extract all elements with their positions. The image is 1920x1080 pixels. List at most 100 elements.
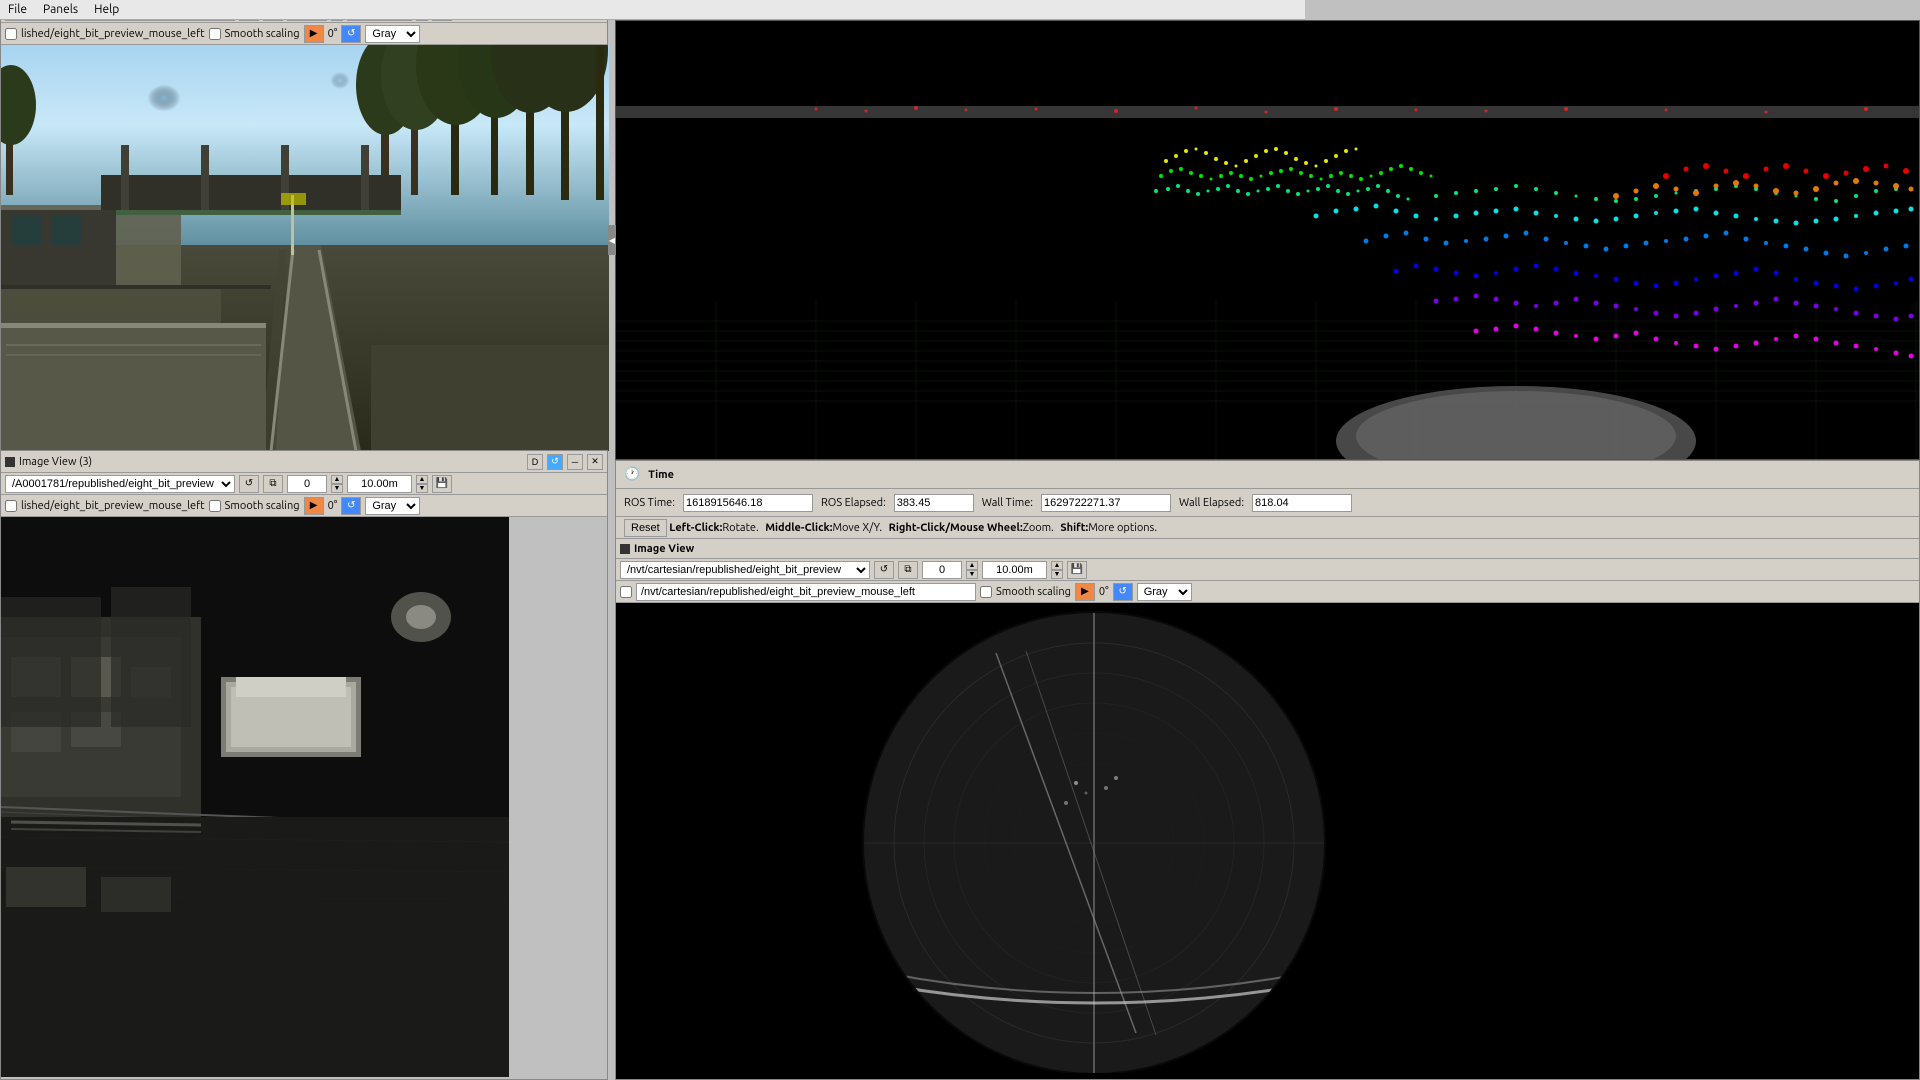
- spin-group-bottom-right: ▲ ▼: [966, 561, 978, 579]
- smooth-scale-label-top-left: Smooth scaling: [225, 28, 300, 40]
- menu-bar: File Panels Help: [0, 0, 1305, 20]
- mouse-left-label-bottom-left: lished/eight_bit_preview_mouse_left: [21, 500, 205, 512]
- instruction-row: Reset Left-Click: Rotate. Middle-Click: …: [616, 517, 1919, 539]
- smooth-scale-label-bottom-left: Smooth scaling: [225, 500, 300, 512]
- image-view-toolbar1: /nvt/cartesian/republished/eight_bit_pre…: [616, 559, 1919, 581]
- right-click-label: Right-Click/Mouse Wheel:: [889, 522, 1023, 534]
- orange-btn-top-left[interactable]: ▶: [304, 25, 324, 43]
- detach-btn-bottom-left[interactable]: D: [527, 454, 543, 470]
- menu-help[interactable]: Help: [94, 3, 119, 16]
- color-select-bottom-left[interactable]: Gray: [365, 497, 420, 515]
- panel-title-label-bottom-left: Image View (3): [19, 456, 92, 468]
- minimize-btn-bottom-left[interactable]: ─: [567, 454, 583, 470]
- mouse-left-label-top-left: lished/eight_bit_preview_mouse_left: [21, 28, 205, 40]
- time-title: Time: [648, 469, 674, 481]
- middle-click-label: Middle-Click:: [765, 522, 832, 534]
- copy-btn-bottom-left[interactable]: ⧉: [263, 475, 283, 493]
- toolbar-row2-top-left: lished/eight_bit_preview_mouse_left Smoo…: [1, 23, 607, 45]
- wall-elapsed-label: Wall Elapsed:: [1179, 497, 1244, 509]
- smooth-scale-check-bottom-left[interactable]: [209, 500, 221, 512]
- value-input-bottom-right[interactable]: [922, 561, 962, 579]
- smooth-scale-check-bottom-right[interactable]: [980, 586, 992, 598]
- image-view-indicator: [620, 544, 630, 554]
- topic-select-bottom-left[interactable]: /A0001781/republished/eight_bit_preview: [5, 475, 235, 493]
- mouse-left-check-bottom-right[interactable]: [620, 586, 632, 598]
- panel-image-view-color: /S1161366/republished/eight_bit_preview …: [0, 0, 608, 450]
- orange-btn-bottom-right[interactable]: ▶: [1075, 583, 1095, 601]
- copy-btn-bottom-right[interactable]: ⧉: [898, 561, 918, 579]
- ros-elapsed-label: ROS Elapsed:: [821, 497, 886, 509]
- rotation-label-bottom-left: 0°: [328, 500, 338, 512]
- spin-group2-bottom-right: ▲ ▼: [1051, 561, 1063, 579]
- save-btn-bottom-left[interactable]: 💾: [432, 475, 452, 493]
- smooth-scale-label-bottom-right: Smooth scaling: [996, 586, 1071, 598]
- mouse-left-check-top-left[interactable]: [5, 28, 17, 40]
- close-btn-bottom-left[interactable]: ✕: [587, 454, 603, 470]
- pointcloud-svg: [616, 21, 1919, 459]
- menu-panels[interactable]: Panels: [43, 3, 78, 16]
- clock-icon: 🕐: [624, 467, 640, 482]
- ros-elapsed-input[interactable]: [894, 494, 974, 512]
- bottom-right-image-canvas: [616, 603, 1919, 1079]
- time-values-row: ROS Time: ROS Elapsed: Wall Time: Wall E…: [616, 489, 1919, 517]
- spin-up2-bottom-left[interactable]: ▲: [416, 475, 428, 484]
- ros-time-label: ROS Time:: [624, 497, 675, 509]
- refresh-btn-bottom-right[interactable]: ↺: [874, 561, 894, 579]
- cycle-btn-bottom-left[interactable]: ↺: [341, 497, 361, 515]
- right-click-action: Zoom.: [1023, 522, 1054, 534]
- ros-time-input[interactable]: [683, 494, 813, 512]
- range-input-bottom-left[interactable]: [347, 475, 412, 493]
- reset-btn[interactable]: Reset: [624, 519, 667, 537]
- spin-group-bottom-left: ▲ ▼: [331, 475, 343, 493]
- save-btn-bottom-right[interactable]: 💾: [1067, 561, 1087, 579]
- smooth-scale-check-top-left[interactable]: [209, 28, 221, 40]
- ir-camera-image: [1, 517, 509, 1077]
- mouse-left-input-bottom-right[interactable]: [636, 583, 976, 601]
- image-view-section-title: Image View: [634, 543, 694, 555]
- spin-up-bottom-left[interactable]: ▲: [331, 475, 343, 484]
- refresh-btn-bottom-left[interactable]: ↺: [239, 475, 259, 493]
- mouse-left-check-bottom-left[interactable]: [5, 500, 17, 512]
- title-bar-bottom-left: Image View (3) D ↺ ─ ✕: [1, 451, 607, 473]
- left-click-action: Rotate.: [722, 522, 758, 534]
- color-select-top-left[interactable]: Gray: [365, 25, 420, 43]
- orange-btn-bottom-left[interactable]: ▶: [304, 497, 324, 515]
- pointcloud-canvas: [616, 21, 1919, 459]
- topic-select-bottom-right[interactable]: /nvt/cartesian/republished/eight_bit_pre…: [620, 561, 870, 579]
- image-view-toolbar2: Smooth scaling ▶ 0° ↺ Gray: [616, 581, 1919, 603]
- spin-up-bottom-right[interactable]: ▲: [966, 561, 978, 570]
- middle-click-action: Move X/Y.: [832, 522, 882, 534]
- left-click-label: Left-Click:: [669, 522, 722, 534]
- spin-up2-bottom-right[interactable]: ▲: [1051, 561, 1063, 570]
- bottom-right-svg: [616, 603, 1919, 1073]
- wall-time-input[interactable]: [1041, 494, 1171, 512]
- panel-indicator-bottom-left: [5, 457, 15, 467]
- color-camera-svg: [1, 45, 609, 451]
- color-select-bottom-right[interactable]: Gray: [1137, 583, 1192, 601]
- panel-pointcloud: ◀: [615, 20, 1920, 460]
- sync-btn-bottom-left[interactable]: ↺: [547, 454, 563, 470]
- rotation-label-bottom-right: 0°: [1099, 586, 1109, 598]
- cycle-btn-bottom-right[interactable]: ↺: [1113, 583, 1133, 601]
- rotation-label-top-left: 0°: [328, 28, 338, 40]
- menu-file[interactable]: File: [8, 3, 27, 16]
- spin-down-bottom-right[interactable]: ▼: [966, 570, 978, 579]
- wall-elapsed-input[interactable]: [1252, 494, 1352, 512]
- spin-down2-bottom-right[interactable]: ▼: [1051, 570, 1063, 579]
- panel-image-view-ir: Image View (3) D ↺ ─ ✕ /A0001781/republi…: [0, 450, 608, 1080]
- toolbar-row1-bottom-left: /A0001781/republished/eight_bit_preview …: [1, 473, 607, 495]
- ir-camera-svg: [1, 517, 509, 1077]
- color-camera-image: [1, 45, 609, 451]
- spin-down2-bottom-left[interactable]: ▼: [416, 484, 428, 493]
- spin-down-bottom-left[interactable]: ▼: [331, 484, 343, 493]
- toolbar-row2-bottom-left: lished/eight_bit_preview_mouse_left Smoo…: [1, 495, 607, 517]
- value-input-bottom-left[interactable]: [287, 475, 327, 493]
- panel-bottom-right: 🕐 Time ROS Time: ROS Elapsed: Wall Time:…: [615, 460, 1920, 1080]
- shift-label: Shift:: [1060, 522, 1088, 534]
- cycle-btn-top-left[interactable]: ↺: [341, 25, 361, 43]
- collapse-handle[interactable]: ◀: [608, 225, 616, 255]
- shift-action: More options.: [1088, 522, 1157, 534]
- time-section-header: 🕐 Time: [616, 461, 1919, 489]
- image-view-section-header: Image View: [616, 539, 1919, 559]
- range-input-bottom-right[interactable]: [982, 561, 1047, 579]
